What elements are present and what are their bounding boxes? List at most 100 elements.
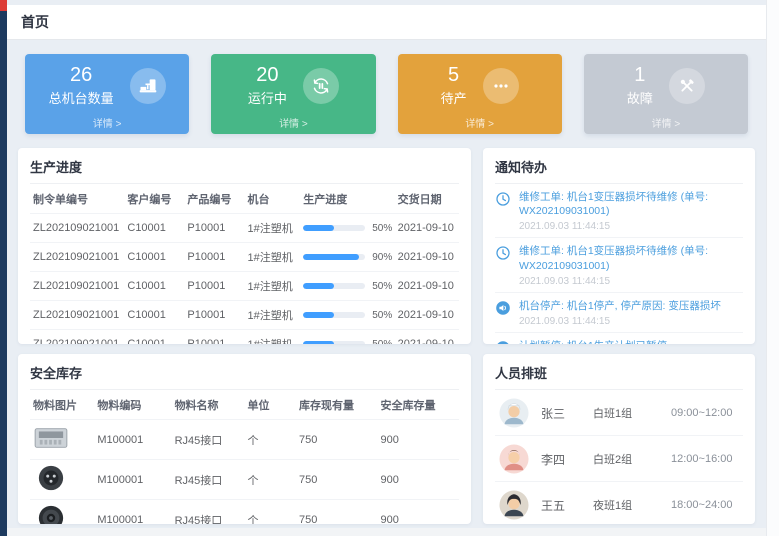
safety-stock-panel-title: 安全库存 — [30, 363, 459, 390]
clock-icon — [495, 244, 511, 286]
safety-qty-cell: 900 — [377, 460, 459, 500]
unit-cell: 个 — [244, 460, 295, 500]
bottom-scroll-area[interactable] — [7, 528, 766, 536]
col-material-code: 物料编码 — [94, 390, 171, 420]
running-detail-link[interactable]: 详情 > — [211, 115, 375, 130]
notice-time: 2021.09.03 11:44:15 — [519, 316, 721, 327]
order-no-cell: ZL202109021001 — [30, 301, 124, 330]
stat-card-running[interactable]: 20 运行中 详情 > — [211, 54, 375, 134]
delivery-date-cell: 2021-09-10 — [395, 272, 459, 301]
production-panel-title: 生产进度 — [30, 157, 459, 184]
staff-shift: 夜班1组 — [593, 497, 671, 513]
staff-row: 王五 夜班1组 18:00~24:00 — [495, 482, 743, 524]
scheduling-panel-title: 人员排班 — [495, 363, 743, 390]
standby-detail-link[interactable]: 详情 > — [398, 115, 562, 130]
notice-item[interactable]: 计划暂停: 机台1生产计划已暂停 2021.09.03 11:44:15 — [495, 333, 743, 344]
customer-no-cell: C10001 — [124, 214, 184, 243]
stock-qty-cell: 750 — [296, 460, 378, 500]
panels-grid: 生产进度 制令单编号 客户编号 产品编号 机台 生产进度 交货日期 — [18, 148, 755, 524]
col-order-no: 制令单编号 — [30, 184, 124, 214]
col-safety-qty: 安全库存量 — [377, 390, 459, 420]
machine-cell: 1#注塑机 — [244, 214, 300, 243]
stat-card-fault[interactable]: 1 故障 详情 > — [584, 54, 748, 134]
col-product-no: 产品编号 — [184, 184, 244, 214]
fault-detail-link[interactable]: 详情 > — [584, 115, 748, 130]
progress-percent: 50% — [372, 223, 392, 234]
main-area: 首页 26 总机台数量 — [7, 0, 766, 528]
unit-cell: 个 — [244, 420, 295, 460]
production-row: ZL202109021001 C10001 P10001 1#注塑机 50% 2… — [30, 330, 459, 345]
notice-time: 2021.09.03 11:44:15 — [519, 221, 743, 232]
product-no-cell: P10001 — [184, 272, 244, 301]
col-delivery-date: 交货日期 — [395, 184, 459, 214]
notice-list: 维修工单: 机台1变压器损坏待维修 (单号: WX202109031001) 2… — [495, 184, 743, 344]
staff-shift: 白班1组 — [593, 405, 671, 421]
staff-name: 李四 — [541, 451, 593, 468]
progress-percent: 50% — [372, 310, 392, 321]
material-name-cell: RJ45接口 — [172, 500, 245, 525]
product-no-cell: P10001 — [184, 214, 244, 243]
material-code-cell: M100001 — [94, 420, 171, 460]
progress-bar: 50% — [303, 310, 391, 321]
delivery-date-cell: 2021-09-10 — [395, 243, 459, 272]
inventory-row: M100001 RJ45接口 个 750 900 — [30, 420, 459, 460]
notice-text[interactable]: 维修工单: 机台1变压器损坏待维修 (单号: WX202109031001) — [519, 244, 743, 272]
order-no-cell: ZL202109021001 — [30, 330, 124, 345]
material-name-cell: RJ45接口 — [172, 420, 245, 460]
col-material-name: 物料名称 — [172, 390, 245, 420]
production-row: ZL202109021001 C10001 P10001 1#注塑机 90% 2… — [30, 243, 459, 272]
speaker-part-image — [32, 523, 70, 524]
delivery-date-cell: 2021-09-10 — [395, 330, 459, 345]
total-machines-detail-link[interactable]: 详情 > — [25, 115, 189, 130]
machine-icon — [130, 68, 166, 104]
fault-label: 故障 — [627, 88, 653, 107]
staff-row: 张三 白班1组 09:00~12:00 — [495, 390, 743, 436]
inventory-row: M100001 RJ45接口 个 750 900 — [30, 460, 459, 500]
staff-row: 李四 白班2组 12:00~16:00 — [495, 436, 743, 482]
customer-no-cell: C10001 — [124, 243, 184, 272]
standby-label: 待产 — [441, 88, 467, 107]
machine-cell: 1#注塑机 — [244, 243, 300, 272]
inventory-row: M100001 RJ45接口 个 750 900 — [30, 500, 459, 525]
page-title: 首页 — [21, 12, 49, 32]
progress-bar: 50% — [303, 281, 391, 292]
tools-icon — [669, 68, 705, 104]
col-machine: 机台 — [244, 184, 300, 214]
dashboard-screen: 首页 26 总机台数量 — [0, 0, 779, 536]
material-code-cell: M100001 — [94, 460, 171, 500]
running-label: 运行中 — [248, 88, 287, 107]
production-table: 制令单编号 客户编号 产品编号 机台 生产进度 交货日期 ZL202109021… — [30, 184, 459, 344]
notice-item[interactable]: 维修工单: 机台1变压器损坏待维修 (单号: WX202109031001) 2… — [495, 184, 743, 238]
avatar — [499, 444, 529, 474]
fault-value: 1 — [627, 64, 653, 86]
speaker-icon — [495, 339, 511, 344]
production-row: ZL202109021001 C10001 P10001 1#注塑机 50% 2… — [30, 214, 459, 243]
material-name-cell: RJ45接口 — [172, 460, 245, 500]
order-no-cell: ZL202109021001 — [30, 243, 124, 272]
production-header-row: 制令单编号 客户编号 产品编号 机台 生产进度 交货日期 — [30, 184, 459, 214]
rj45-connector-image — [32, 443, 70, 455]
notice-text[interactable]: 维修工单: 机台1变压器损坏待维修 (单号: WX202109031001) — [519, 190, 743, 218]
production-row: ZL202109021001 C10001 P10001 1#注塑机 50% 2… — [30, 272, 459, 301]
safety-qty-cell: 900 — [377, 420, 459, 460]
notice-text[interactable]: 计划暂停: 机台1生产计划已暂停 — [519, 339, 667, 344]
machine-cell: 1#注塑机 — [244, 272, 300, 301]
staff-time: 18:00~24:00 — [671, 499, 739, 511]
stat-cards-row: 26 总机台数量 详情 > — [25, 54, 748, 134]
page-header: 首页 — [7, 5, 766, 40]
notice-item[interactable]: 维修工单: 机台1变压器损坏待维修 (单号: WX202109031001) 2… — [495, 238, 743, 292]
ellipsis-icon — [483, 68, 519, 104]
right-scroll-area[interactable] — [766, 0, 779, 536]
stat-card-standby[interactable]: 5 待产 详情 > — [398, 54, 562, 134]
avatar — [499, 490, 529, 520]
order-no-cell: ZL202109021001 — [30, 214, 124, 243]
notice-text[interactable]: 机台停产: 机台1停产, 停产原因: 变压器损坏 — [519, 299, 721, 313]
speaker-icon — [495, 299, 511, 327]
notice-item[interactable]: 机台停产: 机台1停产, 停产原因: 变压器损坏 2021.09.03 11:4… — [495, 293, 743, 333]
standby-value: 5 — [441, 64, 467, 86]
product-no-cell: P10001 — [184, 301, 244, 330]
stock-qty-cell: 750 — [296, 420, 378, 460]
stat-card-total-machines[interactable]: 26 总机台数量 详情 > — [25, 54, 189, 134]
staff-time: 09:00~12:00 — [671, 407, 739, 419]
progress-percent: 90% — [372, 252, 392, 263]
